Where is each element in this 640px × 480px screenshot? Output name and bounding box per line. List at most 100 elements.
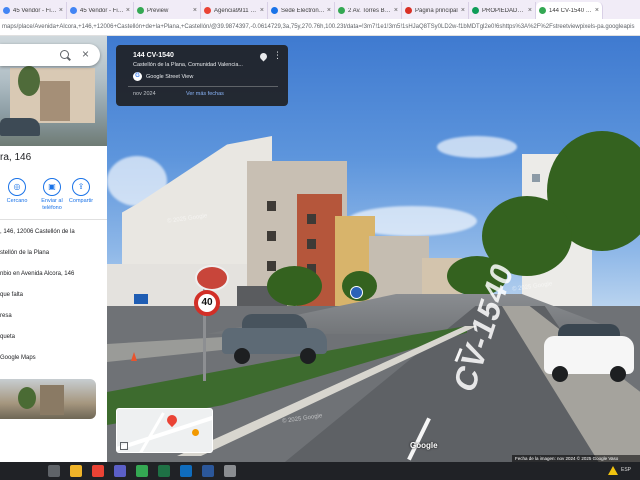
tab-close-icon[interactable]: × bbox=[327, 7, 331, 14]
tab-label: Preview bbox=[147, 7, 169, 14]
info-row[interactable]: Google Maps bbox=[0, 350, 107, 371]
tab-favicon-icon bbox=[539, 7, 546, 14]
tab-close-icon[interactable]: × bbox=[126, 7, 130, 14]
blue-sign bbox=[350, 286, 363, 299]
place-title: ra, 146 bbox=[0, 152, 32, 163]
search-box[interactable]: × bbox=[0, 44, 100, 66]
browser-tab[interactable]: 144 CV-1540 - G × bbox=[536, 2, 603, 19]
tab-close-icon[interactable]: × bbox=[461, 7, 465, 14]
app-icon[interactable] bbox=[224, 465, 236, 477]
tab-label: 144 CV-1540 - G bbox=[549, 7, 593, 14]
window bbox=[307, 214, 316, 224]
info-row[interactable]: nbio en Avenida Alcora, 146 bbox=[0, 266, 107, 287]
share-button[interactable]: ⇪ Compartir bbox=[66, 178, 96, 205]
card-subtitle: Castellón de la Plana, Comunidad Valenci… bbox=[133, 62, 243, 68]
street-view-thumbnail[interactable] bbox=[0, 379, 96, 419]
chrome-profile-icon[interactable] bbox=[136, 465, 148, 477]
search-icon[interactable] bbox=[60, 50, 69, 59]
nearby-button[interactable]: ◎ Cercano bbox=[2, 178, 32, 205]
window bbox=[532, 174, 540, 182]
tab-label: 2 Av. Torres Bellot bbox=[348, 7, 392, 14]
card-divider bbox=[128, 86, 278, 87]
cloud bbox=[437, 136, 517, 158]
send-to-phone-button[interactable]: ▣ Enviar al teléfono bbox=[37, 178, 67, 212]
maps-side-panel: × ra, 146 ◎ Cercano ▣ Enviar al teléfono ⇪ Co… bbox=[0, 36, 107, 462]
outlook-icon[interactable] bbox=[180, 465, 192, 477]
location-pin-icon[interactable] bbox=[258, 51, 269, 62]
car-wheel bbox=[610, 366, 626, 382]
windows-taskbar: ESP bbox=[0, 462, 640, 480]
window bbox=[267, 231, 276, 241]
card-date: nov 2024 bbox=[133, 91, 156, 97]
tab-favicon-icon bbox=[405, 7, 412, 14]
taskview-icon[interactable] bbox=[48, 465, 60, 477]
photo-car bbox=[0, 118, 40, 136]
browser-tab[interactable]: Preview × bbox=[134, 2, 201, 19]
expand-icon[interactable] bbox=[120, 442, 128, 450]
info-row[interactable]: queta bbox=[0, 329, 107, 350]
tab-favicon-icon bbox=[338, 7, 345, 14]
tab-favicon-icon bbox=[271, 7, 278, 14]
tab-label: Página principal bbox=[415, 7, 458, 14]
place-info-list: , 146, 12006 Castellón de la stellón de l… bbox=[0, 224, 107, 371]
browser-tab[interactable]: 45 Vendor - FinSo × bbox=[67, 2, 134, 19]
browser-tab[interactable]: Página principal × bbox=[402, 2, 469, 19]
browser-tab[interactable]: PROPIEDADES - × bbox=[469, 2, 536, 19]
address-bar[interactable]: maps/place/Avenida+Alcora,+146,+12006+Ca… bbox=[0, 19, 640, 36]
photo-building-door bbox=[40, 81, 70, 121]
tab-label: PROPIEDADES - bbox=[482, 7, 526, 14]
tab-label: 45 Vendor - FinSo bbox=[80, 7, 124, 14]
street-view-info-card: 144 CV-1540 Castellón de la Plana, Comun… bbox=[116, 45, 288, 106]
info-row[interactable]: , 146, 12006 Castellón de la bbox=[0, 224, 107, 245]
white-car bbox=[544, 322, 634, 382]
tab-close-icon[interactable]: × bbox=[59, 7, 63, 14]
window bbox=[267, 261, 276, 271]
window bbox=[267, 201, 276, 211]
browser-tab[interactable]: Sede Electronica -× bbox=[268, 2, 335, 19]
action-label: Enviar al teléfono bbox=[41, 198, 63, 211]
map-pin-icon bbox=[164, 412, 180, 428]
car-wheel bbox=[234, 348, 250, 364]
warning-icon[interactable] bbox=[608, 466, 618, 475]
card-title: 144 CV-1540 bbox=[133, 52, 174, 59]
minimap[interactable] bbox=[116, 408, 213, 453]
place-actions: ◎ Cercano ▣ Enviar al teléfono ⇪ Compartir bbox=[0, 178, 107, 218]
tab-close-icon[interactable]: × bbox=[528, 7, 532, 14]
browser-tab[interactable]: Agencia9911 Usu × bbox=[201, 2, 268, 19]
action-label: Cercano bbox=[6, 198, 28, 204]
window bbox=[307, 239, 316, 249]
info-row[interactable]: resa bbox=[0, 308, 107, 329]
excel-icon[interactable] bbox=[158, 465, 170, 477]
tab-close-icon[interactable]: × bbox=[394, 7, 398, 14]
more-vert-icon[interactable]: ⋮ bbox=[273, 50, 282, 60]
tab-close-icon[interactable]: × bbox=[260, 7, 264, 14]
action-label: Compartir bbox=[68, 198, 94, 204]
round-sign bbox=[195, 265, 229, 291]
tab-favicon-icon bbox=[472, 7, 479, 14]
tab-favicon-icon bbox=[204, 7, 211, 14]
tab-close-icon[interactable]: × bbox=[595, 7, 599, 14]
tab-favicon-icon bbox=[3, 7, 10, 14]
browser-tab[interactable]: 45 Vendor - FinSo × bbox=[0, 2, 67, 19]
more-dates-link[interactable]: Ver más fechas bbox=[186, 91, 224, 97]
google-logo: Google bbox=[410, 441, 438, 450]
file-explorer-icon[interactable] bbox=[70, 465, 82, 477]
tab-label: 45 Vendor - FinSo bbox=[13, 7, 57, 14]
photo-tree bbox=[18, 66, 40, 96]
thumb-building bbox=[40, 385, 64, 415]
speed-limit-sign: 40 bbox=[194, 290, 220, 316]
teams-icon[interactable] bbox=[114, 465, 126, 477]
car-wheel bbox=[552, 366, 568, 382]
close-icon[interactable]: × bbox=[82, 47, 89, 61]
info-row[interactable]: stellón de la Plana bbox=[0, 245, 107, 266]
chrome-icon[interactable] bbox=[92, 465, 104, 477]
tab-close-icon[interactable]: × bbox=[193, 7, 197, 14]
system-tray-text: ESP bbox=[621, 467, 632, 473]
info-row[interactable]: que falta bbox=[0, 287, 107, 308]
nearby-icon: ◎ bbox=[8, 178, 26, 196]
browser-tab-strip: 45 Vendor - FinSo × 45 Vendor - FinSo × Prev… bbox=[0, 0, 640, 19]
word-icon[interactable] bbox=[202, 465, 214, 477]
tab-label: Agencia9911 Usu bbox=[214, 7, 258, 14]
browser-tab[interactable]: 2 Av. Torres Bellot × bbox=[335, 2, 402, 19]
send-to-phone-icon: ▣ bbox=[43, 178, 61, 196]
